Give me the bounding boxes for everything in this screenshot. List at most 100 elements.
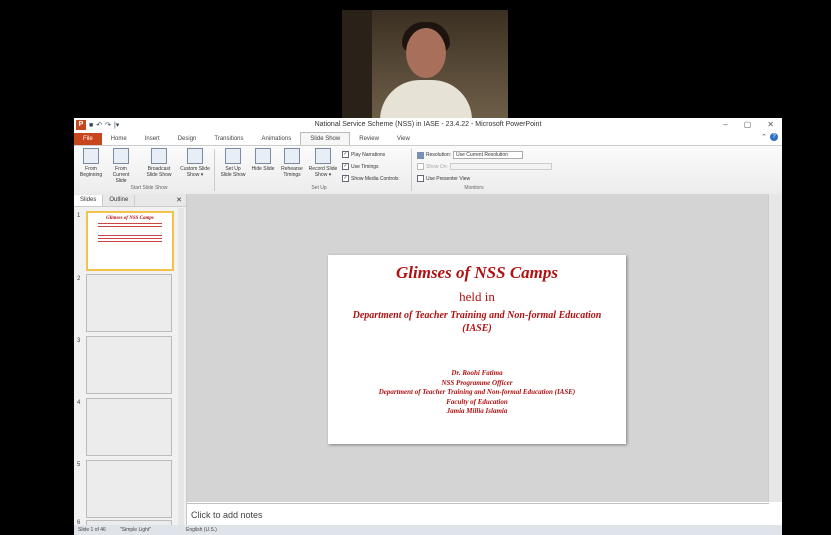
tab-transitions[interactable]: Transitions (205, 133, 252, 145)
checkbox-checked-icon: ✓ (342, 151, 349, 158)
tab-insert[interactable]: Insert (136, 133, 169, 145)
resolution-select[interactable]: Use Current Resolution (453, 151, 523, 159)
author-university: Jamia Millia Islamia (446, 407, 508, 415)
from-beginning-button[interactable]: From Beginning (78, 148, 104, 178)
checkbox-checked-icon: ✓ (342, 175, 349, 182)
slide-title: Glimses of NSS Camps (396, 263, 558, 282)
slide-thumbnail-2[interactable] (86, 274, 172, 332)
record-label: Record Slide Show ▾ (308, 166, 338, 178)
broadcast-label: Broadcast Slide Show (146, 166, 172, 178)
ribbon-tabs: File Home Insert Design Transitions Anim… (74, 132, 782, 145)
from-current-slide-button[interactable]: From Current Slide (108, 148, 134, 184)
author-department: Department of Teacher Training and Non-f… (378, 388, 576, 396)
tab-animations[interactable]: Animations (253, 133, 301, 145)
thumb-title: Glimses of NSS Camps (106, 216, 154, 221)
close-panel-icon[interactable]: ✕ (176, 196, 182, 204)
group-monitors: Monitors (464, 185, 484, 191)
projector-icon (83, 148, 99, 164)
rehearse-timings-button[interactable]: Rehearse Timings (278, 148, 306, 178)
slide-author-block: Dr. Roohi Fatima NSS Programme Officer D… (328, 369, 626, 417)
slide-thumbnail-1[interactable]: Glimses of NSS Camps (86, 211, 174, 271)
language[interactable]: English (U.S.) (186, 527, 217, 533)
slide-count: Slide 1 of 46 (78, 527, 106, 533)
broadcast-icon (151, 148, 167, 164)
slide-canvas: Glimses of NSS Camps held in Department … (187, 194, 769, 502)
slide-number: 4 (77, 400, 81, 406)
group-start-slide-show: Start Slide Show (130, 185, 168, 191)
checkbox-unchecked-icon (417, 175, 424, 182)
presenter-view-label: Use Presenter View (426, 175, 471, 182)
play-narrations-checkbox[interactable]: ✓ Play Narrations (342, 151, 385, 158)
broadcast-slide-show-button[interactable]: Broadcast Slide Show (144, 148, 174, 178)
tab-file[interactable]: File (74, 133, 102, 145)
rehearse-icon (284, 148, 300, 164)
maximize-button[interactable]: ▢ (744, 120, 752, 129)
show-media-controls-checkbox[interactable]: ✓ Show Media Controls (342, 175, 399, 182)
setup-label: Set Up Slide Show (220, 166, 246, 178)
monitor-icon (417, 163, 424, 170)
custom-show-icon (187, 148, 203, 164)
projector-icon (113, 148, 129, 164)
ribbon-collapse-icon[interactable]: ⌃ (761, 133, 767, 141)
slide-number: 2 (77, 276, 81, 282)
theme-name: "Simple Light" (120, 527, 152, 533)
tab-view[interactable]: View (388, 133, 419, 145)
thumbnail-scrollbar[interactable] (178, 208, 184, 528)
separator (214, 149, 215, 191)
webcam-video (342, 10, 508, 118)
show-on-row: Show On: (417, 163, 552, 170)
title-bar: P ■ ↶ ↷ |▾ National Service Scheme (NSS)… (74, 118, 782, 132)
show-media-controls-label: Show Media Controls (351, 175, 399, 182)
show-on-select[interactable] (449, 163, 552, 170)
separator (411, 149, 412, 191)
notes-pane[interactable]: Click to add notes (187, 503, 769, 526)
tab-outline[interactable]: Outline (103, 194, 136, 206)
slide-scrollbar[interactable] (768, 194, 782, 502)
background-door (342, 10, 372, 118)
author-name: Dr. Roohi Fatima (451, 369, 503, 377)
record-icon (315, 148, 331, 164)
slide-department: Department of Teacher Training and Non-f… (352, 310, 602, 321)
slide-thumbnail-4[interactable] (86, 398, 172, 456)
use-presenter-view-checkbox[interactable]: Use Presenter View (417, 175, 470, 182)
slide-number: 3 (77, 338, 81, 344)
hide-slide-icon (255, 148, 271, 164)
slide-thumbnail-5[interactable] (86, 460, 172, 518)
monitor-icon (417, 151, 424, 159)
custom-show-label: Custom Slide Show ▾ (180, 166, 210, 178)
window-title: National Service Scheme (NSS) in IASE - … (314, 121, 542, 128)
author-faculty: Faculty of Education (446, 397, 508, 406)
slide-number: 5 (77, 462, 81, 468)
show-on-label: Show On: (426, 163, 448, 170)
tab-slide-show[interactable]: Slide Show (300, 132, 351, 145)
hide-slide-label: Hide Slide (251, 166, 275, 172)
current-slide[interactable]: Glimses of NSS Camps held in Department … (328, 255, 626, 444)
tab-design[interactable]: Design (169, 133, 206, 145)
record-slide-show-button[interactable]: Record Slide Show ▾ (308, 148, 338, 178)
group-set-up: Set Up (311, 185, 327, 191)
checkbox-checked-icon: ✓ (342, 163, 349, 170)
slide-thumbnail-3[interactable] (86, 336, 172, 394)
slides-panel: Slides Outline ✕ 1 Glimses of NSS Camps … (74, 194, 187, 530)
status-bar: Slide 1 of 46 "Simple Light" English (U.… (74, 525, 782, 535)
minimize-button[interactable]: – (723, 120, 727, 129)
close-button[interactable]: ✕ (767, 120, 774, 129)
custom-slide-show-button[interactable]: Custom Slide Show ▾ (180, 148, 210, 178)
powerpoint-window: P ■ ↶ ↷ |▾ National Service Scheme (NSS)… (74, 118, 782, 535)
slide-iase: (IASE) (462, 323, 492, 334)
use-timings-label: Use Timings (351, 163, 379, 170)
notes-placeholder: Click to add notes (191, 510, 263, 520)
tab-slides[interactable]: Slides (74, 194, 104, 206)
person-body (380, 80, 472, 118)
from-current-label: From Current Slide (112, 166, 130, 184)
tab-review[interactable]: Review (350, 133, 388, 145)
hide-slide-button[interactable]: Hide Slide (250, 148, 276, 172)
use-timings-checkbox[interactable]: ✓ Use Timings (342, 163, 379, 170)
set-up-slide-show-button[interactable]: Set Up Slide Show (220, 148, 246, 178)
help-icon[interactable]: ? (770, 133, 778, 141)
tab-home[interactable]: Home (102, 133, 136, 145)
ribbon-slide-show: From Beginning From Current Slide Broadc… (74, 145, 782, 195)
setup-icon (225, 148, 241, 164)
resolution-row: Resolution: Use Current Resolution (417, 151, 523, 159)
from-beginning-label: From Beginning (79, 166, 103, 178)
